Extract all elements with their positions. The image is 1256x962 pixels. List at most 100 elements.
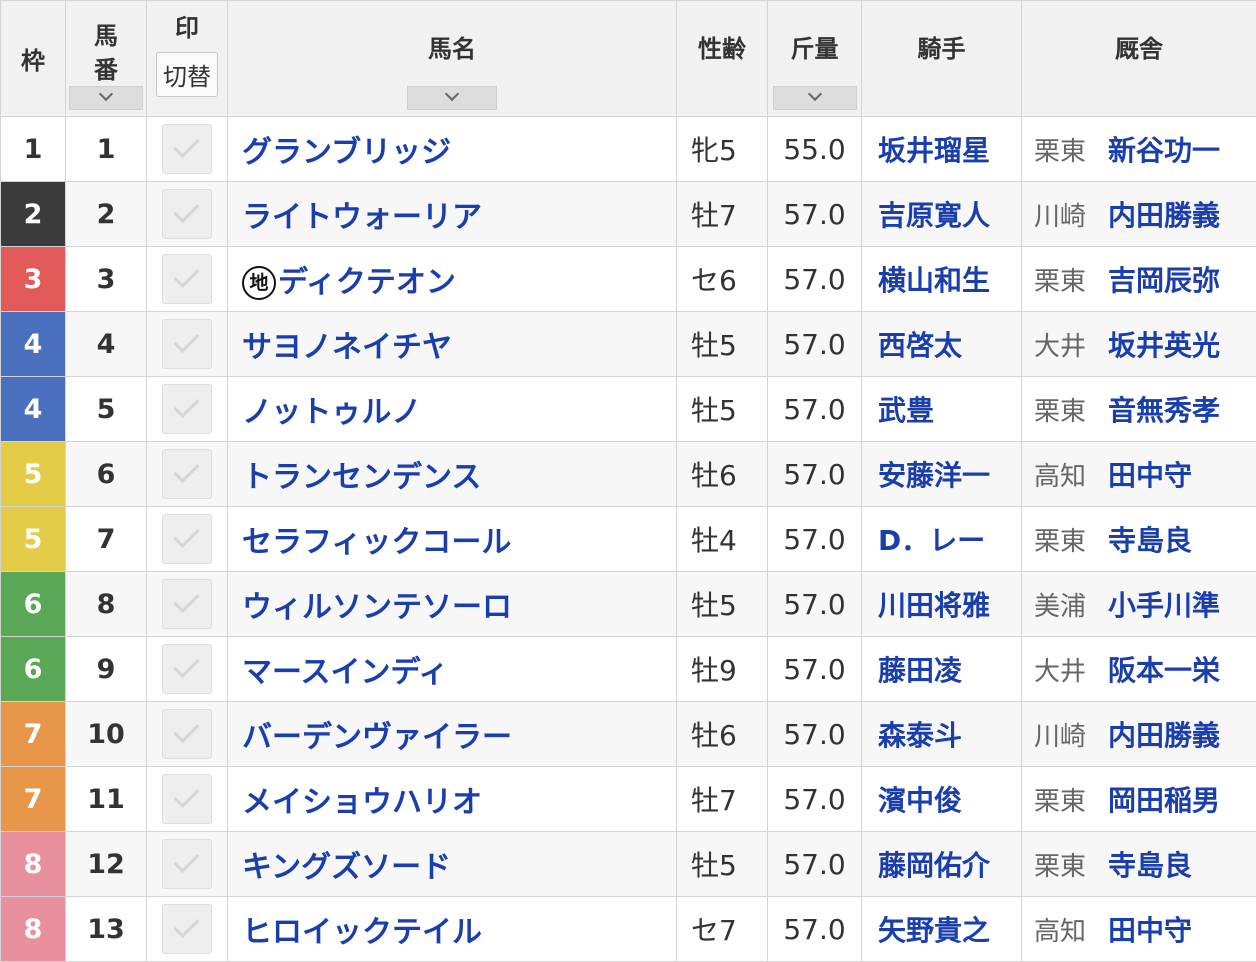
mark-checkbox[interactable] <box>162 709 212 759</box>
trainer-link[interactable]: 田中守 <box>1108 914 1192 947</box>
jockey-link[interactable]: 矢野貴之 <box>878 914 990 947</box>
trainer-link[interactable]: 岡田稲男 <box>1108 784 1220 817</box>
horse-name-link[interactable]: ヒロイックテイル <box>242 915 482 950</box>
horse-name-link[interactable]: ウィルソンテソーロ <box>242 590 512 625</box>
header-sex-age-label: 性齢 <box>698 35 746 63</box>
horse-number: 5 <box>65 376 147 442</box>
mark-checkbox[interactable] <box>162 839 212 889</box>
trainer-link[interactable]: 坂井英光 <box>1108 329 1220 362</box>
jockey-link[interactable]: D．レー <box>878 524 985 557</box>
jockey-link[interactable]: 坂井瑠星 <box>878 134 990 167</box>
sex-age: セ7 <box>676 896 768 962</box>
mark-checkbox[interactable] <box>162 514 212 564</box>
horse-name-link[interactable]: サヨノネイチヤ <box>242 330 452 365</box>
horse-name-link[interactable]: ライトウォーリア <box>242 200 482 235</box>
trainer-link[interactable]: 寺島良 <box>1108 524 1192 557</box>
sex-age: 牡4 <box>676 506 768 572</box>
carried-weight: 57.0 <box>767 571 862 637</box>
trainer-link[interactable]: 内田勝義 <box>1108 199 1220 232</box>
mark-checkbox[interactable] <box>162 449 212 499</box>
stable-region: 美浦 <box>1034 592 1087 622</box>
mark-checkbox[interactable] <box>162 579 212 629</box>
carried-weight: 57.0 <box>767 636 862 702</box>
jockey-cell: 藤岡佑介 <box>861 831 1022 897</box>
horse-number: 6 <box>65 441 147 507</box>
mark-checkbox[interactable] <box>162 319 212 369</box>
mark-checkbox[interactable] <box>162 774 212 824</box>
table-row: 5 6 トランセンデンス 牡6 57.0 安藤洋一 高知 田中守 <box>0 441 1256 507</box>
horse-name-link[interactable]: ディクテオン <box>278 265 456 300</box>
umaban-sort-button[interactable] <box>69 86 143 110</box>
horse-name-cell: トランセンデンス <box>227 441 677 507</box>
race-entry-table: 枠 馬 番 印 切替 馬名 性齢 斤量 騎手 厩舎 1 1 グランブリッジ 牝5… <box>0 0 1256 962</box>
mark-toggle-button[interactable]: 切替 <box>156 51 218 97</box>
trainer-link[interactable]: 音無秀孝 <box>1108 394 1220 427</box>
trainer-link[interactable]: 寺島良 <box>1108 849 1192 882</box>
header-umaban-label-2: 番 <box>94 55 118 84</box>
horse-name-link[interactable]: グランブリッジ <box>242 135 451 170</box>
waku-number: 1 <box>0 116 66 182</box>
trainer-link[interactable]: 内田勝義 <box>1108 719 1220 752</box>
sex-age: 牡7 <box>676 181 768 247</box>
mark-checkbox[interactable] <box>162 254 212 304</box>
weight-sort-button[interactable] <box>772 86 857 110</box>
mark-checkbox[interactable] <box>162 124 212 174</box>
table-row: 6 9 マースインディ 牡9 57.0 藤田凌 大井 阪本一栄 <box>0 636 1256 702</box>
carried-weight: 57.0 <box>767 181 862 247</box>
horse-name-link[interactable]: メイショウハリオ <box>242 785 482 820</box>
jockey-link[interactable]: 吉原寛人 <box>878 199 990 232</box>
horse-name-link[interactable]: キングズソード <box>242 850 451 885</box>
mark-checkbox[interactable] <box>162 384 212 434</box>
horse-number: 9 <box>65 636 147 702</box>
jockey-cell: 吉原寛人 <box>861 181 1022 247</box>
stable-cell: 栗東 岡田稲男 <box>1021 766 1256 832</box>
header-weight[interactable]: 斤量 <box>767 0 862 117</box>
jockey-link[interactable]: 横山和生 <box>878 264 990 297</box>
stable-region: 栗東 <box>1034 397 1087 427</box>
jockey-link[interactable]: 西啓太 <box>878 329 962 362</box>
carried-weight: 57.0 <box>767 246 862 312</box>
trainer-link[interactable]: 小手川準 <box>1108 589 1220 622</box>
horse-number: 10 <box>65 701 147 767</box>
horse-name-cell: ノットゥルノ <box>227 376 677 442</box>
horse-name-link[interactable]: ノットゥルノ <box>242 395 421 430</box>
mark-checkbox[interactable] <box>162 904 212 954</box>
jockey-link[interactable]: 森泰斗 <box>878 719 962 752</box>
sex-age: 牡5 <box>676 376 768 442</box>
stable-region: 大井 <box>1034 657 1087 687</box>
jockey-link[interactable]: 川田将雅 <box>878 589 990 622</box>
waku-number: 4 <box>0 376 66 442</box>
jockey-link[interactable]: 藤岡佑介 <box>878 849 990 882</box>
jockey-cell: 武豊 <box>861 376 1022 442</box>
horse-name-sort-button[interactable] <box>407 86 497 110</box>
header-mark-label: 印 <box>175 14 199 43</box>
jockey-link[interactable]: 武豊 <box>878 394 934 427</box>
header-waku-label: 枠 <box>21 47 45 75</box>
horse-name-link[interactable]: バーデンヴァイラー <box>242 720 512 755</box>
trainer-link[interactable]: 新谷功一 <box>1108 134 1220 167</box>
stable-cell: 栗東 新谷功一 <box>1021 116 1256 182</box>
trainer-link[interactable]: 吉岡辰弥 <box>1108 264 1220 297</box>
trainer-link[interactable]: 田中守 <box>1108 459 1192 492</box>
stable-region: 栗東 <box>1034 137 1087 167</box>
trainer-link[interactable]: 阪本一栄 <box>1108 654 1220 687</box>
jockey-link[interactable]: 藤田凌 <box>878 654 962 687</box>
jockey-link[interactable]: 濱中俊 <box>878 784 962 817</box>
horse-number: 2 <box>65 181 147 247</box>
horse-name-link[interactable]: セラフィックコール <box>242 525 511 560</box>
stable-cell: 高知 田中守 <box>1021 896 1256 962</box>
header-umaban[interactable]: 馬 番 <box>65 0 147 117</box>
carried-weight: 57.0 <box>767 506 862 572</box>
horse-name-link[interactable]: マースインディ <box>242 655 448 690</box>
horse-name-cell: グランブリッジ <box>227 116 677 182</box>
table-row: 7 11 メイショウハリオ 牡7 57.0 濱中俊 栗東 岡田稲男 <box>0 766 1256 832</box>
stable-cell: 栗東 寺島良 <box>1021 506 1256 572</box>
jockey-link[interactable]: 安藤洋一 <box>878 459 990 492</box>
header-weight-label: 斤量 <box>790 35 839 63</box>
chihou-badge: 地 <box>242 266 276 300</box>
mark-checkbox[interactable] <box>162 644 212 694</box>
mark-checkbox[interactable] <box>162 189 212 239</box>
header-horse-name[interactable]: 馬名 <box>227 0 677 117</box>
carried-weight: 57.0 <box>767 701 862 767</box>
horse-name-link[interactable]: トランセンデンス <box>242 460 481 495</box>
